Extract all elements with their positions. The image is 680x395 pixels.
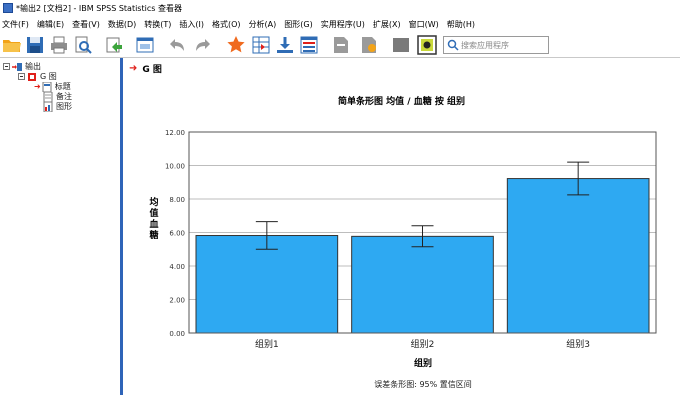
bars [195,178,650,334]
selected-arrow-icon: ➜ [34,82,41,91]
toolbar [0,32,680,58]
redo-icon[interactable] [194,35,214,55]
y-tick-label: 12.00 [165,129,185,137]
tree-label-chart: 图形 [56,102,72,111]
spss-viewer-window: { "window": { "title": "*输出2 [文档2] - IBM… [0,0,680,395]
search-apps-box[interactable] [443,36,549,54]
goto-variable-icon[interactable] [275,35,295,55]
output-content-pane: ➜ G 图 简单条形图 均值 / 血糖 按 组别 0.00 2.00 4.00 6.0… [123,58,680,395]
output-book-icon [12,62,22,71]
x-tick-label: 组别2 [411,338,435,350]
menu-view[interactable]: 查看(V) [70,19,106,30]
recall-dialog-icon[interactable] [135,35,155,55]
y-tick-label: 2.00 [169,297,185,305]
goto-data-icon[interactable] [226,35,246,55]
bar-3 [506,178,650,334]
chart-footnote: 误差条形图: 95% 置信区间 [374,380,472,389]
collapse-toggle-icon[interactable] [18,73,25,80]
menu-analyze[interactable]: 分析(A) [247,19,283,30]
bar-2 [351,235,494,334]
y-tick-label: 10.00 [165,163,185,171]
menu-transform[interactable]: 转换(T) [142,19,177,30]
menu-insert[interactable]: 插入(I) [177,19,210,30]
y-tick-label: 8.00 [169,196,185,204]
menu-edit[interactable]: 编辑(E) [35,19,70,30]
y-axis-label: 均值 血糖 [148,198,160,242]
x-tick-label: 组别1 [255,338,279,350]
menu-format[interactable]: 格式(O) [210,19,247,30]
title-doc-icon [42,81,52,92]
tree-item-chart[interactable]: 图形 [43,101,72,112]
x-tick-labels: 组别1 组别2 组别3 [255,338,590,350]
book-icon [28,72,36,81]
menu-bar: 文件(F) 编辑(E) 查看(V) 数据(D) 转换(T) 插入(I) 格式(O… [0,16,680,32]
print-preview-icon[interactable] [73,35,93,55]
x-tick-label: 组别3 [566,338,590,350]
collapse-toggle-icon[interactable] [3,63,10,70]
promote-icon[interactable] [331,35,351,55]
variables-icon[interactable] [299,35,319,55]
search-input[interactable] [461,40,547,50]
bar-1 [195,235,339,334]
menu-window[interactable]: 窗口(W) [407,19,445,30]
goto-case-icon[interactable] [251,35,271,55]
show-all-icon[interactable] [391,35,411,55]
chart-doc-icon [43,101,53,112]
window-title: *输出2 [文档2] - IBM SPSS Statistics 查看器 [16,3,182,13]
menu-graphs[interactable]: 图形(G) [282,19,318,30]
y-tick-labels: 0.00 2.00 4.00 6.00 8.00 10.00 12.00 [165,129,185,338]
y-axis-label-text: 均值 血糖 [149,198,159,241]
export-icon[interactable] [104,35,124,55]
open-icon[interactable] [2,35,22,55]
print-icon[interactable] [49,35,69,55]
title-bar: *输出2 [文档2] - IBM SPSS Statistics 查看器 [0,0,680,16]
undo-icon[interactable] [166,35,186,55]
demote-icon[interactable] [359,35,379,55]
insert-output-icon[interactable] [417,35,437,55]
outline-pane: 输出 G 图 ➜ 标题 备注 图形 [0,58,120,395]
save-icon[interactable] [25,35,45,55]
menu-data[interactable]: 数据(D) [106,19,142,30]
x-axis-label: 组别 [413,359,432,369]
bar-chart[interactable]: 0.00 2.00 4.00 6.00 8.00 10.00 12.00 组别1 组别2 组别3 [123,58,680,395]
menu-help[interactable]: 帮助(H) [445,19,481,30]
menu-utilities[interactable]: 实用程序(U) [319,19,371,30]
notes-doc-icon [43,91,53,102]
menu-file[interactable]: 文件(F) [0,19,35,30]
search-icon [447,39,459,51]
y-tick-label: 4.00 [169,263,185,271]
y-tick-label: 0.00 [169,330,185,338]
spss-app-icon [3,3,13,13]
y-tick-label: 6.00 [169,230,185,238]
menu-extensions[interactable]: 扩展(X) [371,19,407,30]
